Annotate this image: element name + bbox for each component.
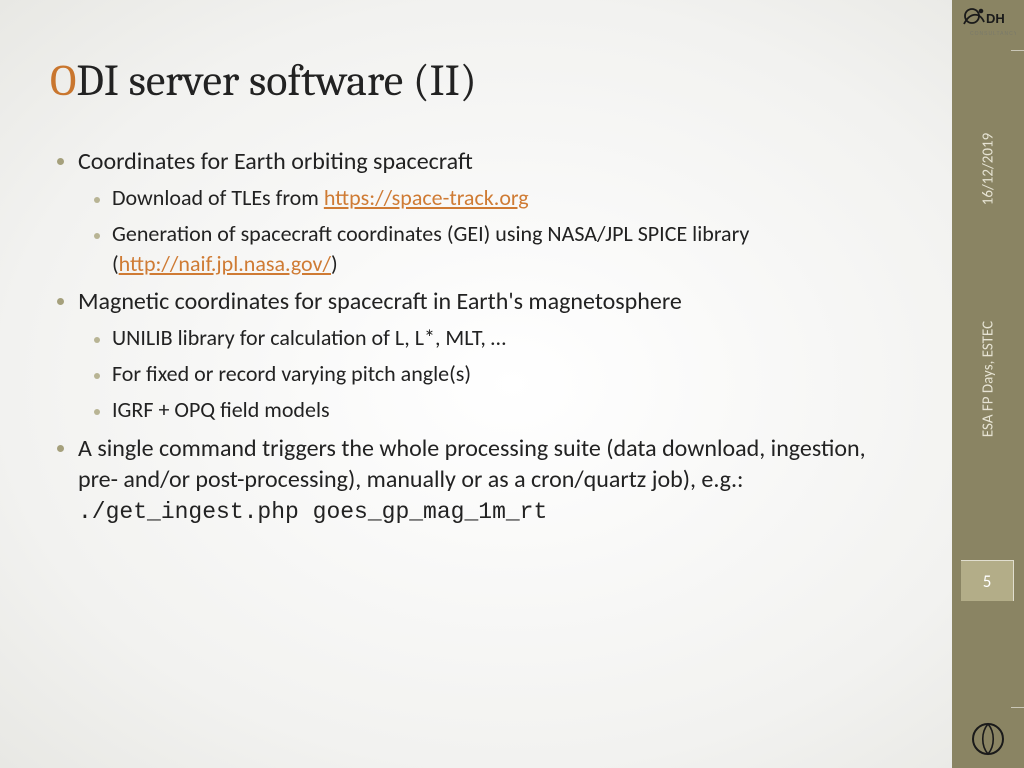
list-item: Coordinates for Earth orbiting spacecraf… [78,146,900,278]
page-number: 5 [983,571,992,592]
slide-title: ODI server software (II) [50,55,900,106]
slide: ODI server software (II) Coordinates for… [0,0,1024,768]
bullet-text: Coordinates for Earth orbiting spacecraf… [78,147,473,176]
link-naif-jpl[interactable]: http://naif.jpl.nasa.gov/ [119,250,331,277]
list-item: Download of TLEs from https://space-trac… [112,183,900,213]
list-item: A single command triggers the whole proc… [78,433,900,528]
bullet-text: Magnetic coordinates for spacecraft in E… [78,287,682,316]
title-rest: DI server software (II) [76,55,476,106]
bullet-text: Download of TLEs from [112,184,324,211]
bracket-decoration [1011,568,1024,708]
bullet-text: UNILIB library for calculation of L, L*,… [112,324,506,351]
list-item: For fixed or record varying pitch angle(… [112,359,900,389]
sub-list: UNILIB library for calculation of L, L*,… [78,323,900,424]
sidebar: DH CONSULTANCY 16/12/2019 ESA FP Days, E… [952,0,1024,768]
list-item: Generation of spacecraft coordinates (GE… [112,219,900,278]
logo-text: DH [986,11,1005,26]
bullet-text: ) [331,250,338,277]
command-text: ./get_ingest.php goes_gp_mag_1m_rt [78,499,547,525]
bracket-decoration [1011,50,1024,190]
list-item: UNILIB library for calculation of L, L*,… [112,323,900,353]
bullet-text: IGRF + OPQ field models [112,396,330,423]
content-area: ODI server software (II) Coordinates for… [0,0,940,768]
logo-sub: CONSULTANCY [970,31,1016,37]
link-space-track[interactable]: https://space-track.org [324,184,529,211]
footer-circle-icon [971,722,1005,756]
title-accent: O [50,55,76,106]
sidebar-date: 16/12/2019 [979,133,997,205]
sub-list: Download of TLEs from https://space-trac… [78,183,900,278]
bullet-list: Coordinates for Earth orbiting spacecraf… [50,146,900,528]
page-number-badge: 5 [961,560,1014,601]
bullet-text: For fixed or record varying pitch angle(… [112,360,471,387]
dh-logo: DH CONSULTANCY [960,6,1016,42]
bullet-text: A single command triggers the whole proc… [78,434,866,494]
list-item: IGRF + OPQ field models [112,395,900,425]
list-item: Magnetic coordinates for spacecraft in E… [78,286,900,424]
sidebar-event: ESA FP Days, ESTEC [979,321,997,437]
